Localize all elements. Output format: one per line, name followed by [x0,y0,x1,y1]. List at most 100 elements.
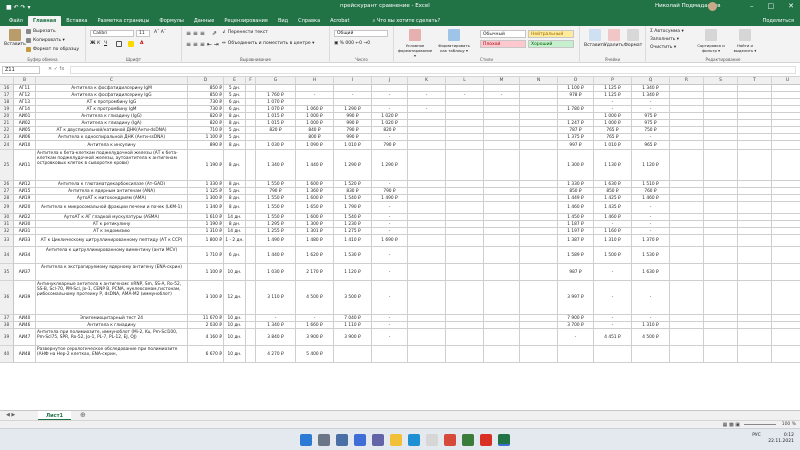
column-header[interactable]: I [334,77,372,85]
table-cell[interactable] [520,346,558,363]
table-cell[interactable]: 3 900 ₽ [334,329,372,346]
table-cell[interactable]: - [632,134,670,141]
table-cell[interactable]: 1 375 ₽ [558,134,594,141]
table-cell[interactable] [484,228,520,235]
name-box[interactable]: Z11 [2,66,40,74]
table-cell[interactable] [704,329,738,346]
table-cell[interactable]: 1 187 ₽ [558,221,594,228]
table-cell[interactable]: Антитела при полимиозите, иммуноблот (Mi… [36,329,188,346]
table-cell[interactable]: Антитела к микросомальной фракции печени… [36,202,188,214]
table-cell[interactable] [484,329,520,346]
column-header[interactable]: B [14,77,36,85]
table-cell[interactable]: 1 160 ₽ [594,228,632,235]
table-cell[interactable] [704,281,738,315]
table-cell[interactable]: 1 000 ₽ [594,113,632,120]
table-cell[interactable] [738,235,772,247]
delete-cells-button[interactable]: Удалить [604,29,624,48]
table-cell[interactable] [772,141,800,150]
table-cell[interactable] [772,120,800,127]
row-header[interactable]: 38 [0,322,14,329]
table-cell[interactable]: 1 340 ₽ [256,322,296,329]
table-cell[interactable] [520,264,558,281]
table-cell[interactable]: 1 425 ₽ [594,195,632,202]
table-cell[interactable]: 2 030 ₽ [188,322,224,329]
table-cell[interactable]: 1 600 ₽ [296,214,334,221]
table-cell[interactable] [738,329,772,346]
column-header[interactable]: N [520,77,558,85]
table-cell[interactable]: Антитела к глиадину (IgG) [36,113,188,120]
table-cell[interactable]: 1 300 ₽ [558,150,594,181]
table-cell[interactable] [670,315,704,322]
tab-formulas[interactable]: Формулы [154,16,188,26]
table-cell[interactable] [772,134,800,141]
table-cell[interactable] [772,221,800,228]
table-cell[interactable]: - [372,106,408,113]
underline-button[interactable]: Ч [104,41,107,46]
table-cell[interactable] [704,247,738,264]
table-cell[interactable]: Антитела к цитруллинированному виментину… [36,247,188,264]
table-cell[interactable]: 1 000 ₽ [594,120,632,127]
close-icon[interactable]: ✕ [788,2,794,10]
table-cell[interactable]: АТ к ретикулину [36,221,188,228]
table-cell[interactable] [520,141,558,150]
table-cell[interactable]: 1 190 ₽ [188,150,224,181]
table-cell[interactable]: 1 275 ₽ [334,228,372,235]
table-cell[interactable]: 1 530 ₽ [334,247,372,264]
table-cell[interactable]: 4 160 ₽ [188,329,224,346]
cut-button[interactable]: Вырезать [26,29,56,34]
table-cell[interactable] [704,235,738,247]
table-cell[interactable]: 800 ₽ [296,134,334,141]
table-cell[interactable] [772,99,800,106]
table-cell[interactable]: 1 460 ₽ [558,202,594,214]
table-cell[interactable] [246,106,256,113]
table-cell[interactable]: АТ к протромбину IgM [36,106,188,113]
table-cell[interactable]: 790 ₽ [372,141,408,150]
table-cell[interactable] [594,346,632,363]
table-cell[interactable]: 1 310 ₽ [632,322,670,329]
table-cell[interactable] [520,235,558,247]
table-cell[interactable] [738,188,772,195]
table-cell[interactable] [772,346,800,363]
table-cell[interactable]: АГ13 [14,99,36,106]
table-cell[interactable] [334,85,372,92]
table-cell[interactable]: - [256,315,296,322]
table-cell[interactable]: АИ15 [14,188,36,195]
table-cell[interactable]: - [372,329,408,346]
table-cell[interactable] [772,214,800,221]
table-cell[interactable] [484,113,520,120]
table-cell[interactable]: 978 ₽ [558,92,594,99]
table-cell[interactable] [484,85,520,92]
avatar[interactable] [708,2,717,11]
table-cell[interactable] [520,134,558,141]
zoom-level[interactable]: 100 % [782,422,796,427]
table-cell[interactable] [704,195,738,202]
table-cell[interactable] [246,235,256,247]
table-cell[interactable] [408,99,446,106]
table-cell[interactable]: 987 ₽ [558,264,594,281]
table-cell[interactable] [446,235,484,247]
table-cell[interactable]: 5 дн. [224,85,246,92]
column-header[interactable]: Q [632,77,670,85]
row-header[interactable]: 26 [0,181,14,188]
table-cell[interactable] [738,120,772,127]
table-cell[interactable]: 1 310 ₽ [594,235,632,247]
table-cell[interactable] [670,99,704,106]
table-cell[interactable]: АутоАТ к митохондриям (AMA) [36,195,188,202]
app-icon[interactable] [444,434,456,446]
search-icon[interactable] [318,434,330,446]
table-cell[interactable]: 1 450 ₽ [558,214,594,221]
table-cell[interactable] [670,235,704,247]
table-cell[interactable] [408,195,446,202]
table-cell[interactable] [670,195,704,202]
table-cell[interactable] [408,120,446,127]
table-cell[interactable] [246,221,256,228]
table-cell[interactable] [772,315,800,322]
table-cell[interactable]: 1 010 ₽ [334,141,372,150]
table-cell[interactable]: 1 550 ₽ [256,214,296,221]
table-cell[interactable] [670,247,704,264]
table-cell[interactable] [520,181,558,188]
table-cell[interactable] [408,214,446,221]
table-cell[interactable]: 1 540 ₽ [334,214,372,221]
table-cell[interactable]: 1 520 ₽ [334,181,372,188]
table-cell[interactable]: 1 490 ₽ [372,195,408,202]
